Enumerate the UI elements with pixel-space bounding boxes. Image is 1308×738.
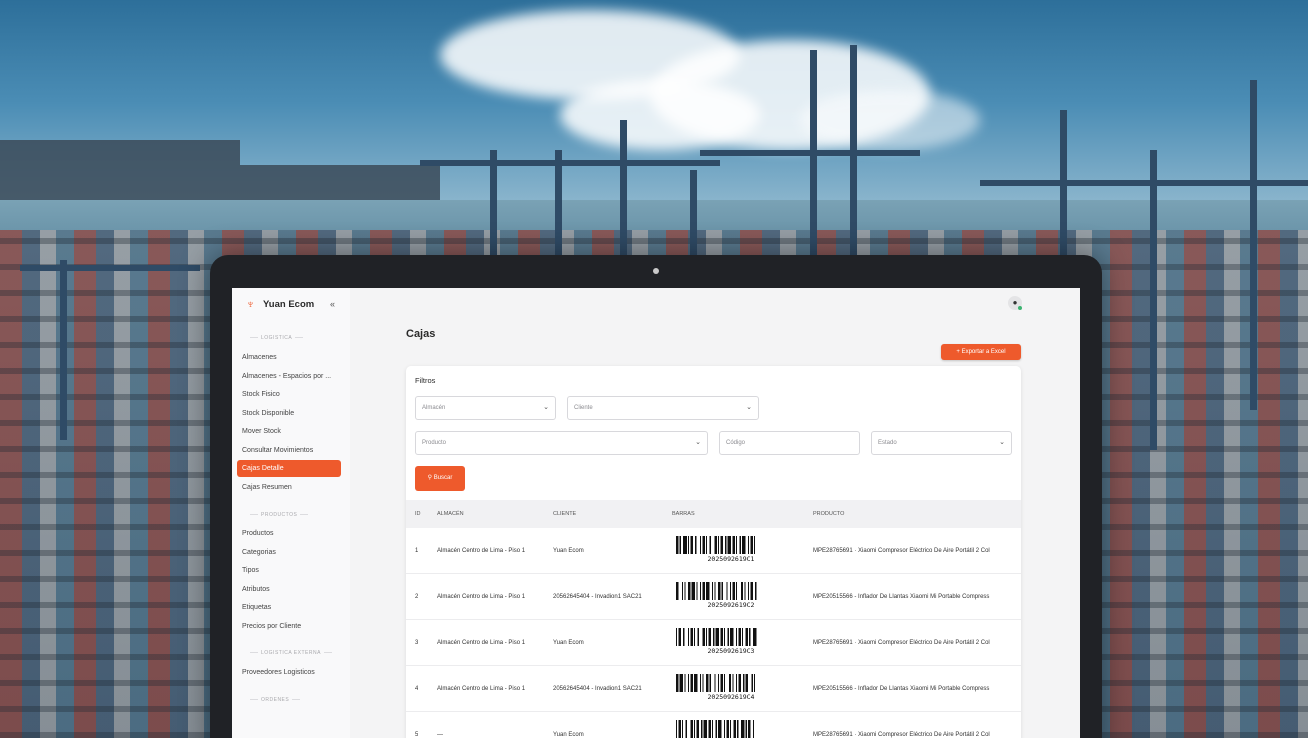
sidebar-item-almacenes-espacios[interactable]: Almacenes - Espacios por ... (237, 368, 341, 385)
filters-title: Filtros (415, 376, 436, 385)
table-row[interactable]: 4 Almacén Centro de Lima - Piso 1 205626… (406, 666, 1021, 712)
cell-cliente: Yuan Ecom (553, 732, 584, 738)
app-screen: ♆ Yuan Ecom « LOGISTICA Almacenes Almace… (232, 288, 1080, 738)
cell-producto: MPE28765691 · Xiaomi Compresor Eléctrico… (813, 732, 990, 738)
producto-placeholder: Producto (422, 440, 447, 446)
chevron-down-icon: ⌄ (695, 439, 701, 446)
cell-cliente: Yuan Ecom (553, 640, 584, 646)
barcode-bars (676, 628, 786, 646)
chevron-down-icon: ⌄ (543, 404, 549, 411)
section-ordenes: ORDENES (247, 697, 303, 703)
export-label: Exportar a Excel (961, 349, 1006, 355)
sidebar-item-mover-stock[interactable]: Mover Stock (237, 423, 341, 440)
cell-id: 1 (415, 548, 419, 554)
sidebar-item-tipos[interactable]: Tipos (237, 562, 341, 579)
cliente-select[interactable]: Cliente ⌄ (567, 396, 759, 420)
producto-select[interactable]: Producto ⌄ (415, 431, 708, 455)
col-producto: PRODUCTO (813, 511, 845, 517)
chevron-down-icon: ⌄ (746, 404, 752, 411)
cell-id: 3 (415, 640, 419, 646)
barcode-bars (676, 720, 786, 738)
sidebar-item-atributos[interactable]: Atributos (237, 581, 341, 598)
sidebar-item-stock-fisico[interactable]: Stock Fisico (237, 386, 341, 403)
cell-almacen: Almacén Centro de Lima - Piso 1 (437, 594, 526, 600)
chevron-down-icon: ⌄ (999, 439, 1005, 446)
col-almacen: ALMACÉN (437, 511, 464, 517)
sidebar-item-productos[interactable]: Productos (237, 525, 341, 542)
barcode-text: 2025092619C1 (707, 555, 755, 563)
sidebar-item-cajas-detalle[interactable]: Cajas Detalle (237, 460, 341, 477)
sidebar-item-stock-disponible[interactable]: Stock Disponible (237, 405, 341, 422)
cell-id: 5 (415, 732, 419, 738)
table-row[interactable]: 3 Almacén Centro de Lima - Piso 1 Yuan E… (406, 620, 1021, 666)
cell-producto: MPE28765691 · Xiaomi Compresor Eléctrico… (813, 640, 990, 646)
barcode-text: 2025092619C4 (707, 693, 755, 701)
barcode-bars (676, 536, 786, 554)
section-logistica-externa: LOGISTICA EXTERNA (247, 650, 335, 656)
barcode-text: 2025092619C3 (707, 647, 755, 655)
almacen-placeholder: Almacén (422, 405, 446, 411)
barcode: 2025092619C2 (676, 582, 786, 609)
cell-producto: MPE28765691 · Xiaomi Compresor Eléctrico… (813, 548, 990, 554)
barcode-bars (676, 582, 786, 600)
almacen-select[interactable]: Almacén ⌄ (415, 396, 556, 420)
laptop-frame: ♆ Yuan Ecom « LOGISTICA Almacenes Almace… (210, 255, 1102, 738)
sidebar-item-etiquetas[interactable]: Etiquetas (237, 599, 341, 616)
estado-select[interactable]: Estado ⌄ (871, 431, 1012, 455)
brand-name: Yuan Ecom (263, 299, 315, 310)
table-row[interactable]: 1 Almacén Centro de Lima - Piso 1 Yuan E… (406, 528, 1021, 574)
estado-placeholder: Estado (878, 440, 897, 446)
online-status-dot (1018, 306, 1022, 310)
search-button[interactable]: ⚲ Buscar (415, 466, 465, 491)
codigo-input[interactable]: Código (719, 431, 860, 455)
barcode-bars (676, 674, 786, 692)
sidebar-item-consultar-movimientos[interactable]: Consultar Movimientos (237, 442, 341, 459)
brand-logo-icon: ♆ (246, 297, 255, 311)
search-label: Buscar (433, 475, 453, 481)
barcode-text: 2025092619C2 (707, 601, 755, 609)
section-productos: PRODUCTOS (247, 512, 311, 518)
sidebar-item-cajas-resumen[interactable]: Cajas Resumen (237, 479, 341, 496)
cell-almacen: Almacén Centro de Lima - Piso 1 (437, 548, 526, 554)
camera (653, 268, 659, 274)
cell-id: 4 (415, 686, 419, 692)
cell-almacen: Almacén Centro de Lima - Piso 1 (437, 686, 526, 692)
export-excel-button[interactable]: + Exportar a Excel (941, 344, 1021, 360)
cell-id: 2 (415, 594, 419, 600)
collapse-sidebar-icon[interactable]: « (330, 299, 335, 309)
page-title: Cajas (406, 328, 436, 340)
cell-cliente: 20562645404 - Invadion1 SAC21 (553, 594, 642, 600)
col-cliente: CLIENTE (553, 511, 577, 517)
section-logistica: LOGISTICA (247, 335, 306, 341)
barcode (676, 720, 786, 738)
table-row[interactable]: 5 — Yuan Ecom MPE28765691 · Xiaomi Compr… (406, 712, 1021, 738)
sidebar-item-categorias[interactable]: Categorias (237, 544, 341, 561)
barcode: 2025092619C1 (676, 536, 786, 563)
cell-cliente: 20562645404 - Invadion1 SAC21 (553, 686, 642, 692)
sidebar-item-proveedores-logisticos[interactable]: Proveedores Logisticos (237, 664, 341, 681)
cell-almacen: — (437, 732, 443, 738)
cell-producto: MPE20515566 - Inflador De Llantas Xiaomi… (813, 594, 990, 600)
codigo-placeholder: Código (726, 440, 746, 446)
brand[interactable]: ♆ Yuan Ecom (244, 298, 314, 311)
cell-cliente: Yuan Ecom (553, 548, 584, 554)
col-id: ID (415, 511, 421, 517)
table-row[interactable]: 2 Almacén Centro de Lima - Piso 1 205626… (406, 574, 1021, 620)
filters-table-card: Filtros Almacén ⌄ Cliente ⌄ Producto ⌄ C… (406, 366, 1021, 738)
barcode: 2025092619C4 (676, 674, 786, 701)
table-header: ID ALMACÉN CLIENTE BARRAS PRODUCTO (406, 500, 1021, 528)
sidebar-item-almacenes[interactable]: Almacenes (237, 349, 341, 366)
cliente-placeholder: Cliente (574, 405, 593, 411)
cell-almacen: Almacén Centro de Lima - Piso 1 (437, 640, 526, 646)
sidebar-item-precios-por-cliente[interactable]: Precios por Cliente (237, 618, 341, 635)
cell-producto: MPE20515566 - Inflador De Llantas Xiaomi… (813, 686, 990, 692)
col-barras: BARRAS (672, 511, 695, 517)
sidebar: ♆ Yuan Ecom « LOGISTICA Almacenes Almace… (232, 288, 350, 738)
barcode: 2025092619C3 (676, 628, 786, 655)
